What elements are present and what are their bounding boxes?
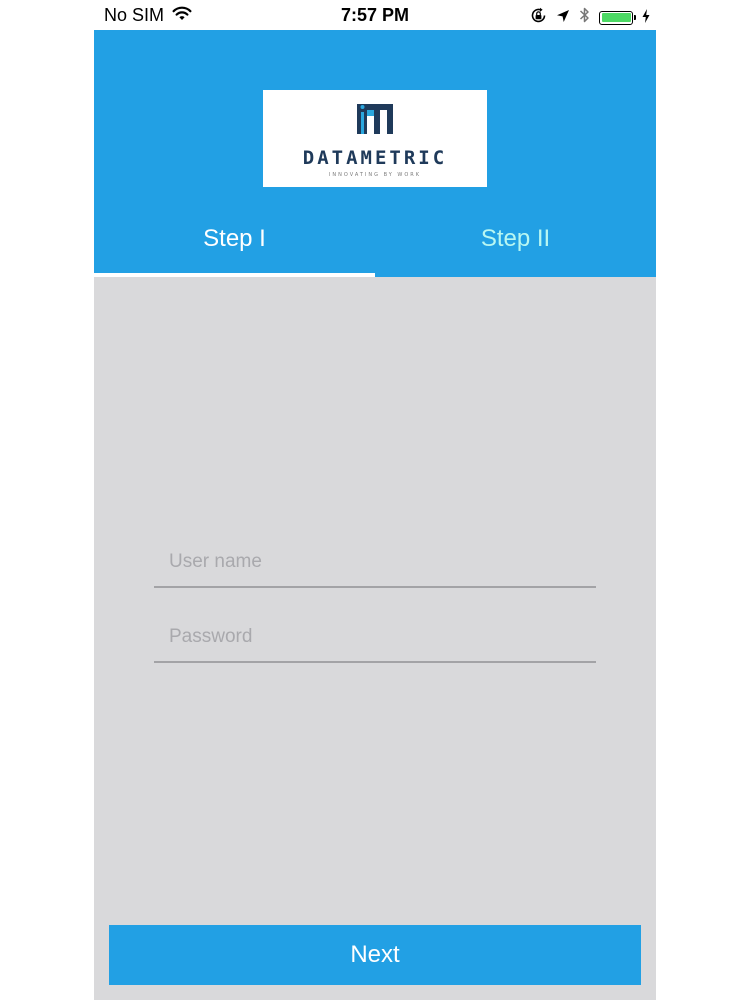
location-arrow-icon [556,7,570,28]
username-field [154,538,596,588]
tab-step-2[interactable]: Step II [375,210,656,277]
battery-level [601,13,631,22]
next-button[interactable]: Next [109,925,641,985]
logo-tagline: INNOVATING BY WORK [328,171,422,178]
status-right [530,6,650,29]
password-field [154,613,596,663]
app-window: DATAMETRIC INNOVATING BY WORK Step I Ste… [94,30,656,1000]
step-tabs: Step I Step II [94,210,656,277]
logo-wordmark: DATAMETRIC [302,146,448,169]
screen: No SIM 7:57 PM DATAMETRIC INNOVATING BY … [0,0,750,1000]
username-input[interactable] [154,538,596,586]
logo-mark-icon [353,100,397,143]
tab-step-1[interactable]: Step I [94,210,375,277]
orientation-lock-icon [530,7,547,29]
company-logo: DATAMETRIC INNOVATING BY WORK [263,90,487,187]
active-tab-indicator [94,273,375,277]
header: DATAMETRIC INNOVATING BY WORK Step I Ste… [94,30,656,277]
bluetooth-icon [579,6,590,29]
charging-bolt-icon [642,7,650,28]
status-bar: No SIM 7:57 PM [0,0,750,30]
password-input[interactable] [154,613,596,661]
battery-icon [599,10,636,25]
